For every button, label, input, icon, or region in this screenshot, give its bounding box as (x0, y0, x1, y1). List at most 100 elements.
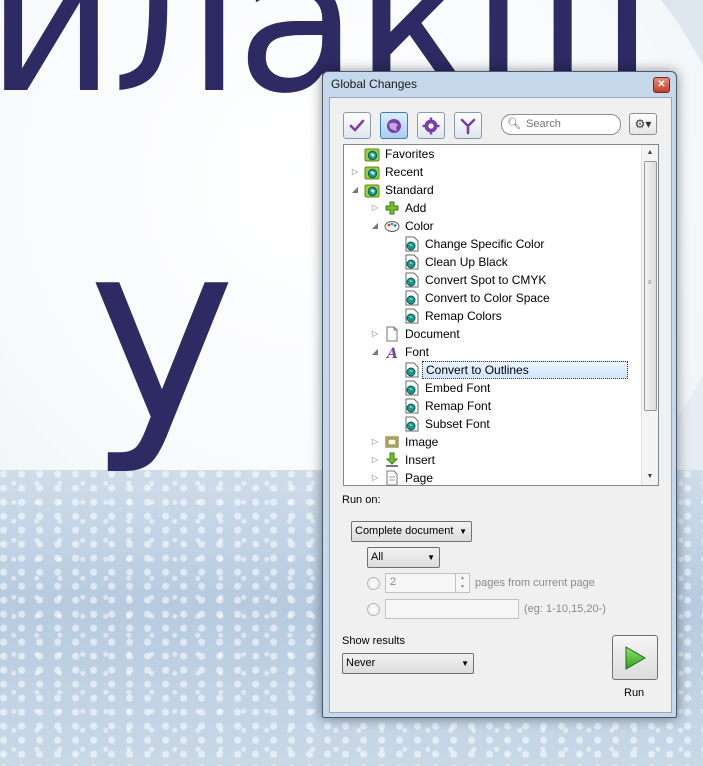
expand-arrow-icon[interactable]: ▷ (370, 199, 380, 217)
page-range-hint: (eg: 1-10,15,20-) (524, 603, 606, 615)
expand-arrow-icon[interactable]: ▷ (350, 163, 360, 181)
globe-filter-button[interactable] (380, 112, 408, 139)
action-doc-icon (404, 290, 420, 306)
page-range-input[interactable] (385, 599, 519, 619)
tree-item[interactable]: Clean Up Black (344, 253, 640, 271)
page-range-radio[interactable] (367, 603, 380, 616)
pages-count-spinner[interactable]: 2 ▲ ▼ (385, 573, 470, 593)
pages-select-value: All (371, 551, 384, 563)
tree-item-label: Clean Up Black (425, 255, 508, 269)
options-menu-button[interactable]: ⚙▾ (629, 113, 657, 135)
font-icon: A (384, 344, 400, 362)
gear-filter-button[interactable] (417, 112, 445, 139)
expand-arrow-icon[interactable]: ▷ (370, 469, 380, 485)
expand-arrow-icon[interactable]: ▷ (370, 433, 380, 451)
tree-item[interactable]: ▷ Insert (344, 451, 640, 469)
tree-item-label: Page (405, 471, 434, 485)
spinner-arrows-icon[interactable]: ▲ ▼ (455, 574, 469, 592)
tree-item-label: Subset Font (425, 417, 490, 431)
palette-icon (384, 218, 400, 234)
folder-globe-icon (364, 146, 380, 162)
action-doc-icon (404, 362, 420, 378)
tree-item[interactable]: Remap Colors (344, 307, 640, 325)
tree-item-label: Add (405, 201, 427, 215)
run-button[interactable] (612, 635, 658, 680)
close-button[interactable]: ✕ (653, 77, 670, 93)
tree-item[interactable]: Convert Spot to CMYK (344, 271, 640, 289)
tree-item-label: Convert to Color Space (425, 291, 550, 305)
tree-item-label: Insert (405, 453, 436, 467)
tree-scrollbar[interactable]: ▲ ≡ ▼ (641, 145, 658, 485)
tree-item-label: Change Specific Color (425, 237, 545, 251)
scroll-down-arrow-icon[interactable]: ▼ (642, 469, 658, 485)
tree-item[interactable]: Convert to Color Space (344, 289, 640, 307)
svg-text:A: A (385, 346, 398, 360)
branch-icon (460, 118, 476, 134)
pages-from-current-label: pages from current page (475, 577, 595, 589)
action-doc-icon (404, 416, 420, 432)
tree-item[interactable]: ▷ Add (344, 199, 640, 217)
scroll-up-arrow-icon[interactable]: ▲ (642, 145, 658, 161)
page-icon (384, 470, 400, 485)
tree-item-label: Standard (385, 183, 434, 197)
tree-item[interactable]: Subset Font (344, 415, 640, 433)
pages-from-current-radio[interactable] (367, 577, 380, 590)
show-results-value: Never (346, 657, 376, 669)
run-label: Run (624, 687, 645, 699)
action-doc-icon (404, 308, 420, 324)
global-changes-dialog: Global Changes ✕ 🔍︎ ⚙▾ Favorites ▷ Recent ◢… (322, 71, 677, 718)
tree-item[interactable]: ▷ Page (344, 469, 640, 485)
image-icon (384, 434, 400, 450)
tree-item[interactable]: ▷ Image (344, 433, 640, 451)
tree-item[interactable]: Favorites (344, 145, 640, 163)
tree-item[interactable]: ◢ Standard (344, 181, 640, 199)
show-results-label: Show results (342, 635, 405, 647)
tree-item[interactable]: ▷ Document (344, 325, 640, 343)
run-on-scope-value: Complete document (355, 525, 454, 537)
show-results-select[interactable]: Never ▼ (342, 653, 474, 674)
pages-count-value: 2 (390, 576, 397, 588)
dialog-titlebar[interactable]: Global Changes ✕ (323, 72, 676, 96)
folder-globe-icon (364, 164, 380, 180)
scrollbar-thumb[interactable]: ≡ (644, 161, 657, 411)
collapse-arrow-icon[interactable]: ◢ (370, 343, 380, 361)
search-input[interactable] (526, 117, 614, 131)
globe-icon (387, 118, 401, 133)
search-icon: 🔍︎ (507, 118, 521, 130)
tree-item-label: Remap Font (425, 399, 492, 413)
pages-select[interactable]: All ▼ (367, 547, 440, 568)
tree-item[interactable]: ◢ Color (344, 217, 640, 235)
tree-item[interactable]: Change Specific Color (344, 235, 640, 253)
tree-item[interactable]: ◢ A Font (344, 343, 640, 362)
tree-item-label: Favorites (385, 147, 435, 161)
tree-item[interactable]: Remap Font (344, 397, 640, 415)
action-doc-icon (404, 398, 420, 414)
action-doc-icon (404, 254, 420, 270)
tree-item[interactable]: Embed Font (344, 379, 640, 397)
tree-item-label: Image (405, 435, 439, 449)
expand-arrow-icon[interactable]: ▷ (370, 325, 380, 343)
insert-icon (384, 452, 400, 468)
actions-tree[interactable]: Favorites ▷ Recent ◢ Standard ▷ Add ◢ Color Chang… (343, 144, 659, 486)
document-icon (384, 326, 400, 342)
dialog-title: Global Changes (331, 77, 418, 91)
tree-item-label: Font (405, 345, 430, 359)
tree-item[interactable]: ▷ Recent (344, 163, 640, 181)
folder-globe-icon (364, 182, 380, 198)
tree-item-label: Document (405, 327, 460, 341)
collapse-arrow-icon[interactable]: ◢ (350, 181, 360, 199)
tree-item[interactable]: Convert to Outlines (344, 361, 640, 379)
collapse-arrow-icon[interactable]: ◢ (370, 217, 380, 235)
branch-filter-button[interactable] (454, 112, 482, 139)
tree-item-label: Color (405, 219, 434, 233)
run-on-scope-select[interactable]: Complete document ▼ (351, 521, 472, 542)
play-icon (625, 645, 646, 670)
tree-item-label: Embed Font (425, 381, 491, 395)
search-box[interactable]: 🔍︎ (501, 114, 621, 135)
tree-item-label: Convert Spot to CMYK (425, 273, 547, 287)
action-doc-icon (404, 236, 420, 252)
expand-arrow-icon[interactable]: ▷ (370, 451, 380, 469)
run-on-label: Run on: (342, 494, 381, 506)
tree-item-label: Convert to Outlines (422, 361, 628, 379)
checkmark-filter-button[interactable] (343, 112, 371, 139)
